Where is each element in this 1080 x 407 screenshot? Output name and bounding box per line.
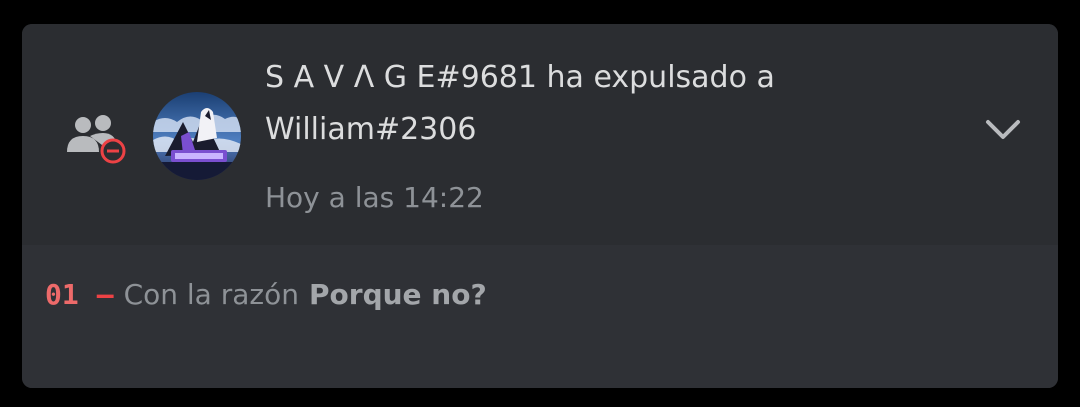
audit-log-entry[interactable]: S A V Λ G E#9681 ha expulsado a William#… <box>22 24 1058 388</box>
chevron-down-icon[interactable] <box>984 118 1022 142</box>
audit-log-entry-header[interactable]: S A V Λ G E#9681 ha expulsado a William#… <box>22 24 1058 245</box>
member-kick-icon <box>67 115 126 164</box>
audit-log-timestamp: Hoy a las 14:22 <box>265 181 484 214</box>
wolf-avatar <box>153 92 241 180</box>
avatar[interactable] <box>153 92 241 180</box>
audit-log-message: S A V Λ G E#9681 ha expulsado a William#… <box>265 60 775 147</box>
change-number: 01 <box>45 277 79 311</box>
change-dash: — <box>96 277 114 311</box>
change-label: Con la razón <box>123 277 299 311</box>
change-value: Porque no? <box>309 277 487 311</box>
audit-log-changes <box>22 245 1058 388</box>
change-row: 01 — Con la razón Porque no? <box>45 272 487 316</box>
